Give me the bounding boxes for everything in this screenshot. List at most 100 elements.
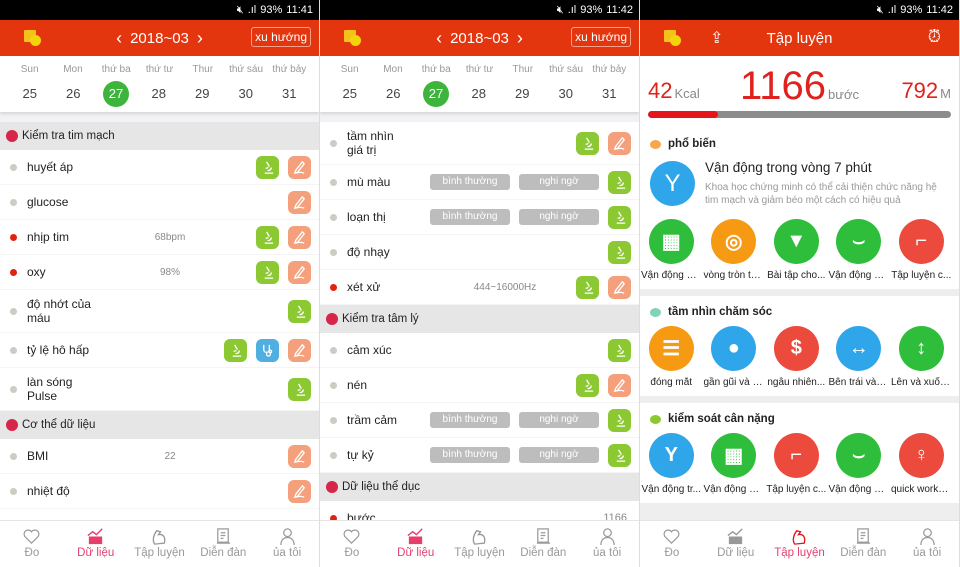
date-cell[interactable]: 27 bbox=[423, 81, 449, 107]
alarm-icon[interactable]: ⏰︎ bbox=[928, 27, 941, 47]
suspect-button[interactable]: nghi ngờ bbox=[519, 412, 599, 428]
tab-heart[interactable]: Đo bbox=[640, 521, 704, 567]
pen-button[interactable] bbox=[288, 225, 311, 249]
normal-button[interactable]: bình thường bbox=[430, 447, 510, 463]
next-month-button[interactable]: › bbox=[517, 28, 523, 49]
workout-item[interactable]: ♀ quick worko... bbox=[890, 433, 953, 495]
date-cell[interactable]: 25 bbox=[328, 81, 372, 107]
list-item[interactable]: nén bbox=[320, 368, 639, 403]
microscope-button[interactable] bbox=[256, 155, 279, 179]
list-item[interactable]: tỷ lệ hô hấp bbox=[0, 333, 319, 368]
date-cell[interactable]: 27 bbox=[103, 81, 129, 107]
app-logo-icon[interactable] bbox=[344, 30, 362, 46]
prev-month-button[interactable]: ‹ bbox=[436, 28, 442, 49]
date-cell[interactable]: 26 bbox=[372, 81, 416, 107]
pen-button[interactable] bbox=[288, 479, 311, 503]
featured-workout[interactable]: Y Vận động trong vòng 7 phút Khoa học chứn… bbox=[640, 152, 959, 213]
microscope-button[interactable] bbox=[608, 443, 631, 467]
normal-button[interactable]: bình thường bbox=[430, 209, 510, 225]
workout-item[interactable]: $ ngẫu nhiên... bbox=[765, 326, 828, 388]
list-item[interactable]: nhịp tim 68bpm bbox=[0, 220, 319, 255]
list-item[interactable]: nhiệt độ bbox=[0, 474, 319, 509]
microscope-button[interactable] bbox=[256, 260, 279, 284]
list-item[interactable]: glucose bbox=[0, 185, 319, 220]
list-item[interactable]: mù màu bình thường nghi ngờ bbox=[320, 165, 639, 200]
app-logo-icon[interactable] bbox=[24, 30, 42, 46]
tab-user[interactable]: ủa tôi bbox=[575, 521, 639, 567]
trend-button[interactable]: xu hướng bbox=[251, 27, 311, 47]
tab-chart[interactable]: Dữ liệu bbox=[704, 521, 768, 567]
pen-button[interactable] bbox=[288, 155, 311, 179]
list-item[interactable]: xét xử 444~16000Hz bbox=[320, 270, 639, 305]
share-icon[interactable]: ⇪ bbox=[710, 28, 723, 48]
app-logo-icon[interactable] bbox=[664, 30, 682, 46]
normal-button[interactable]: bình thường bbox=[430, 174, 510, 190]
workout-item[interactable]: ⌣ Vận động vù... bbox=[828, 219, 890, 281]
tab-forum[interactable]: Diễn đàn bbox=[191, 521, 255, 567]
list-item[interactable]: oxy 98% bbox=[0, 255, 319, 290]
pen-button[interactable] bbox=[608, 275, 631, 299]
date-cell[interactable]: 26 bbox=[52, 81, 96, 107]
normal-button[interactable]: bình thường bbox=[430, 412, 510, 428]
microscope-button[interactable] bbox=[256, 225, 279, 249]
microscope-button[interactable] bbox=[608, 205, 631, 229]
date-cell[interactable]: 30 bbox=[224, 81, 268, 107]
list-item[interactable]: tự kỷ bình thường nghi ngờ bbox=[320, 438, 639, 473]
list-item[interactable]: làn sóng Pulse bbox=[0, 368, 319, 411]
workout-item[interactable]: ◎ vòng tròn tậ... bbox=[703, 219, 766, 281]
date-cell[interactable]: 28 bbox=[457, 81, 501, 107]
tab-forum[interactable]: Diễn đàn bbox=[831, 521, 895, 567]
pen-button[interactable] bbox=[608, 373, 631, 397]
workout-item[interactable]: ● gần gũi và d... bbox=[703, 326, 765, 388]
trend-button[interactable]: xu hướng bbox=[571, 27, 631, 47]
microscope-button[interactable] bbox=[576, 373, 599, 397]
microscope-button[interactable] bbox=[288, 377, 311, 401]
workout-item[interactable]: ↕ Lên và xuống và bbox=[890, 326, 953, 388]
microscope-button[interactable] bbox=[576, 131, 599, 155]
date-cell[interactable]: 28 bbox=[137, 81, 181, 107]
pen-button[interactable] bbox=[288, 444, 311, 468]
date-cell[interactable]: 29 bbox=[501, 81, 545, 107]
pen-button[interactable] bbox=[608, 131, 631, 155]
tab-muscle[interactable]: Tập luyện bbox=[128, 521, 192, 567]
list-item[interactable]: tầm nhìn giá trị bbox=[320, 122, 639, 165]
list-item[interactable]: loạn thị bình thường nghi ngờ bbox=[320, 200, 639, 235]
pen-button[interactable] bbox=[288, 190, 311, 214]
suspect-button[interactable]: nghi ngờ bbox=[519, 209, 599, 225]
date-cell[interactable]: 31 bbox=[268, 81, 312, 107]
list-item[interactable]: BMI 22 bbox=[0, 439, 319, 474]
tab-forum[interactable]: Diễn đàn bbox=[511, 521, 575, 567]
workout-item[interactable]: ⌣ Vận động vù... bbox=[828, 433, 890, 495]
date-cell[interactable]: 31 bbox=[588, 81, 632, 107]
pen-button[interactable] bbox=[288, 260, 311, 284]
stethoscope-button[interactable] bbox=[256, 338, 279, 362]
tab-muscle[interactable]: Tập luyện bbox=[768, 521, 832, 567]
microscope-button[interactable] bbox=[608, 170, 631, 194]
microscope-button[interactable] bbox=[576, 275, 599, 299]
workout-item[interactable]: ▦ Vận động vù... bbox=[640, 219, 703, 281]
tab-heart[interactable]: Đo bbox=[320, 521, 384, 567]
date-cell[interactable]: 25 bbox=[8, 81, 52, 107]
microscope-button[interactable] bbox=[608, 408, 631, 432]
workout-item[interactable]: ⌐ Tập luyện c... bbox=[765, 433, 828, 495]
microscope-button[interactable] bbox=[224, 338, 247, 362]
list-item[interactable]: độ nhạy bbox=[320, 235, 639, 270]
tab-user[interactable]: ủa tôi bbox=[895, 521, 959, 567]
list-item[interactable]: cảm xúc bbox=[320, 333, 639, 368]
workout-item[interactable]: ▦ Vận động vù... bbox=[703, 433, 765, 495]
workout-item[interactable]: Y Vận động tr... bbox=[640, 433, 703, 495]
tab-chart[interactable]: Dữ liệu bbox=[384, 521, 448, 567]
date-cell[interactable]: 30 bbox=[544, 81, 588, 107]
tab-chart[interactable]: Dữ liệu bbox=[64, 521, 128, 567]
tab-heart[interactable]: Đo bbox=[0, 521, 64, 567]
list-item[interactable]: độ nhớt của máu bbox=[0, 290, 319, 333]
list-item[interactable]: trầm cảm bình thường nghi ngờ bbox=[320, 403, 639, 438]
tab-user[interactable]: ủa tôi bbox=[255, 521, 319, 567]
list-item[interactable]: huyết áp bbox=[0, 150, 319, 185]
date-cell[interactable]: 29 bbox=[181, 81, 225, 107]
suspect-button[interactable]: nghi ngờ bbox=[519, 447, 599, 463]
workout-item[interactable]: ⌐ Tập luyện c... bbox=[890, 219, 953, 281]
suspect-button[interactable]: nghi ngờ bbox=[519, 174, 599, 190]
next-month-button[interactable]: › bbox=[197, 28, 203, 49]
prev-month-button[interactable]: ‹ bbox=[116, 28, 122, 49]
